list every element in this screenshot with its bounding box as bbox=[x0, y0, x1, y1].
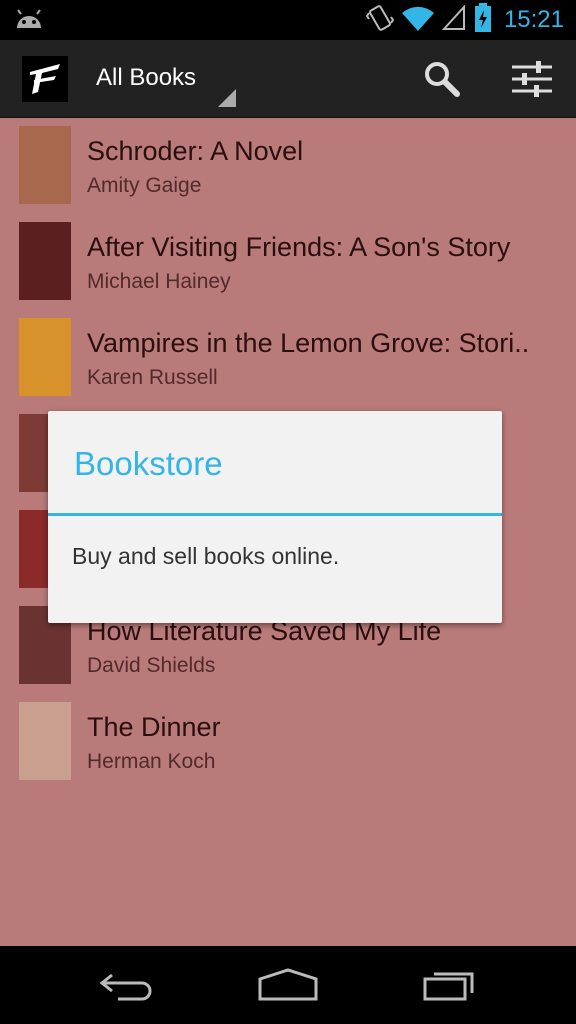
back-icon bbox=[99, 973, 152, 1001]
navigation-bar bbox=[0, 946, 576, 1024]
list-item[interactable]: Vampires in the Lemon Grove: Stori.. Kar… bbox=[0, 310, 576, 406]
book-title: The Dinner bbox=[87, 712, 221, 742]
wifi-icon bbox=[401, 5, 434, 36]
book-author: David Shields bbox=[87, 654, 216, 677]
status-icons: 15:21 bbox=[365, 0, 564, 40]
recent-apps-icon bbox=[423, 972, 474, 1001]
vibrate-icon bbox=[365, 3, 395, 38]
book-author: Amity Gaige bbox=[87, 174, 202, 197]
book-cover bbox=[19, 222, 71, 300]
home-icon bbox=[258, 968, 318, 1001]
book-cover bbox=[19, 702, 71, 780]
book-author: Herman Koch bbox=[87, 750, 216, 773]
book-cover bbox=[19, 126, 71, 204]
spinner-dropdown-icon bbox=[218, 89, 236, 107]
book-author: Karen Russell bbox=[87, 366, 218, 389]
home-button[interactable] bbox=[238, 946, 338, 1024]
settings-sliders-icon bbox=[512, 60, 552, 97]
list-item[interactable]: Schroder: A Novel Amity Gaige bbox=[0, 118, 576, 214]
recent-apps-button[interactable] bbox=[400, 946, 500, 1024]
clock: 15:21 bbox=[503, 6, 564, 33]
books-filter-spinner[interactable]: All Books bbox=[96, 40, 236, 117]
app-logo-icon[interactable] bbox=[22, 56, 68, 102]
book-author: Michael Hainey bbox=[87, 270, 231, 293]
android-debug-icon bbox=[14, 8, 44, 37]
status-bar: 15:21 bbox=[0, 0, 576, 40]
back-button[interactable] bbox=[78, 946, 178, 1024]
spinner-label: All Books bbox=[96, 64, 197, 91]
settings-button[interactable] bbox=[500, 40, 564, 117]
signal-icon bbox=[441, 3, 466, 36]
list-item[interactable]: The Dinner Herman Koch bbox=[0, 694, 576, 790]
book-title: Schroder: A Novel bbox=[87, 136, 304, 166]
about-dialog: Bookstore Buy and sell books online. bbox=[48, 411, 502, 623]
book-title: Vampires in the Lemon Grove: Stori.. bbox=[87, 328, 530, 358]
book-cover bbox=[19, 318, 71, 396]
list-item[interactable]: After Visiting Friends: A Son's Story Mi… bbox=[0, 214, 576, 310]
search-button[interactable] bbox=[410, 40, 474, 117]
dialog-divider bbox=[48, 513, 502, 516]
action-bar: All Books bbox=[0, 40, 576, 118]
book-title: After Visiting Friends: A Son's Story bbox=[87, 232, 511, 262]
dialog-title: Bookstore bbox=[74, 445, 223, 482]
search-icon bbox=[425, 61, 460, 97]
dialog-message: Buy and sell books online. bbox=[72, 543, 340, 569]
battery-charging-icon bbox=[474, 2, 492, 38]
